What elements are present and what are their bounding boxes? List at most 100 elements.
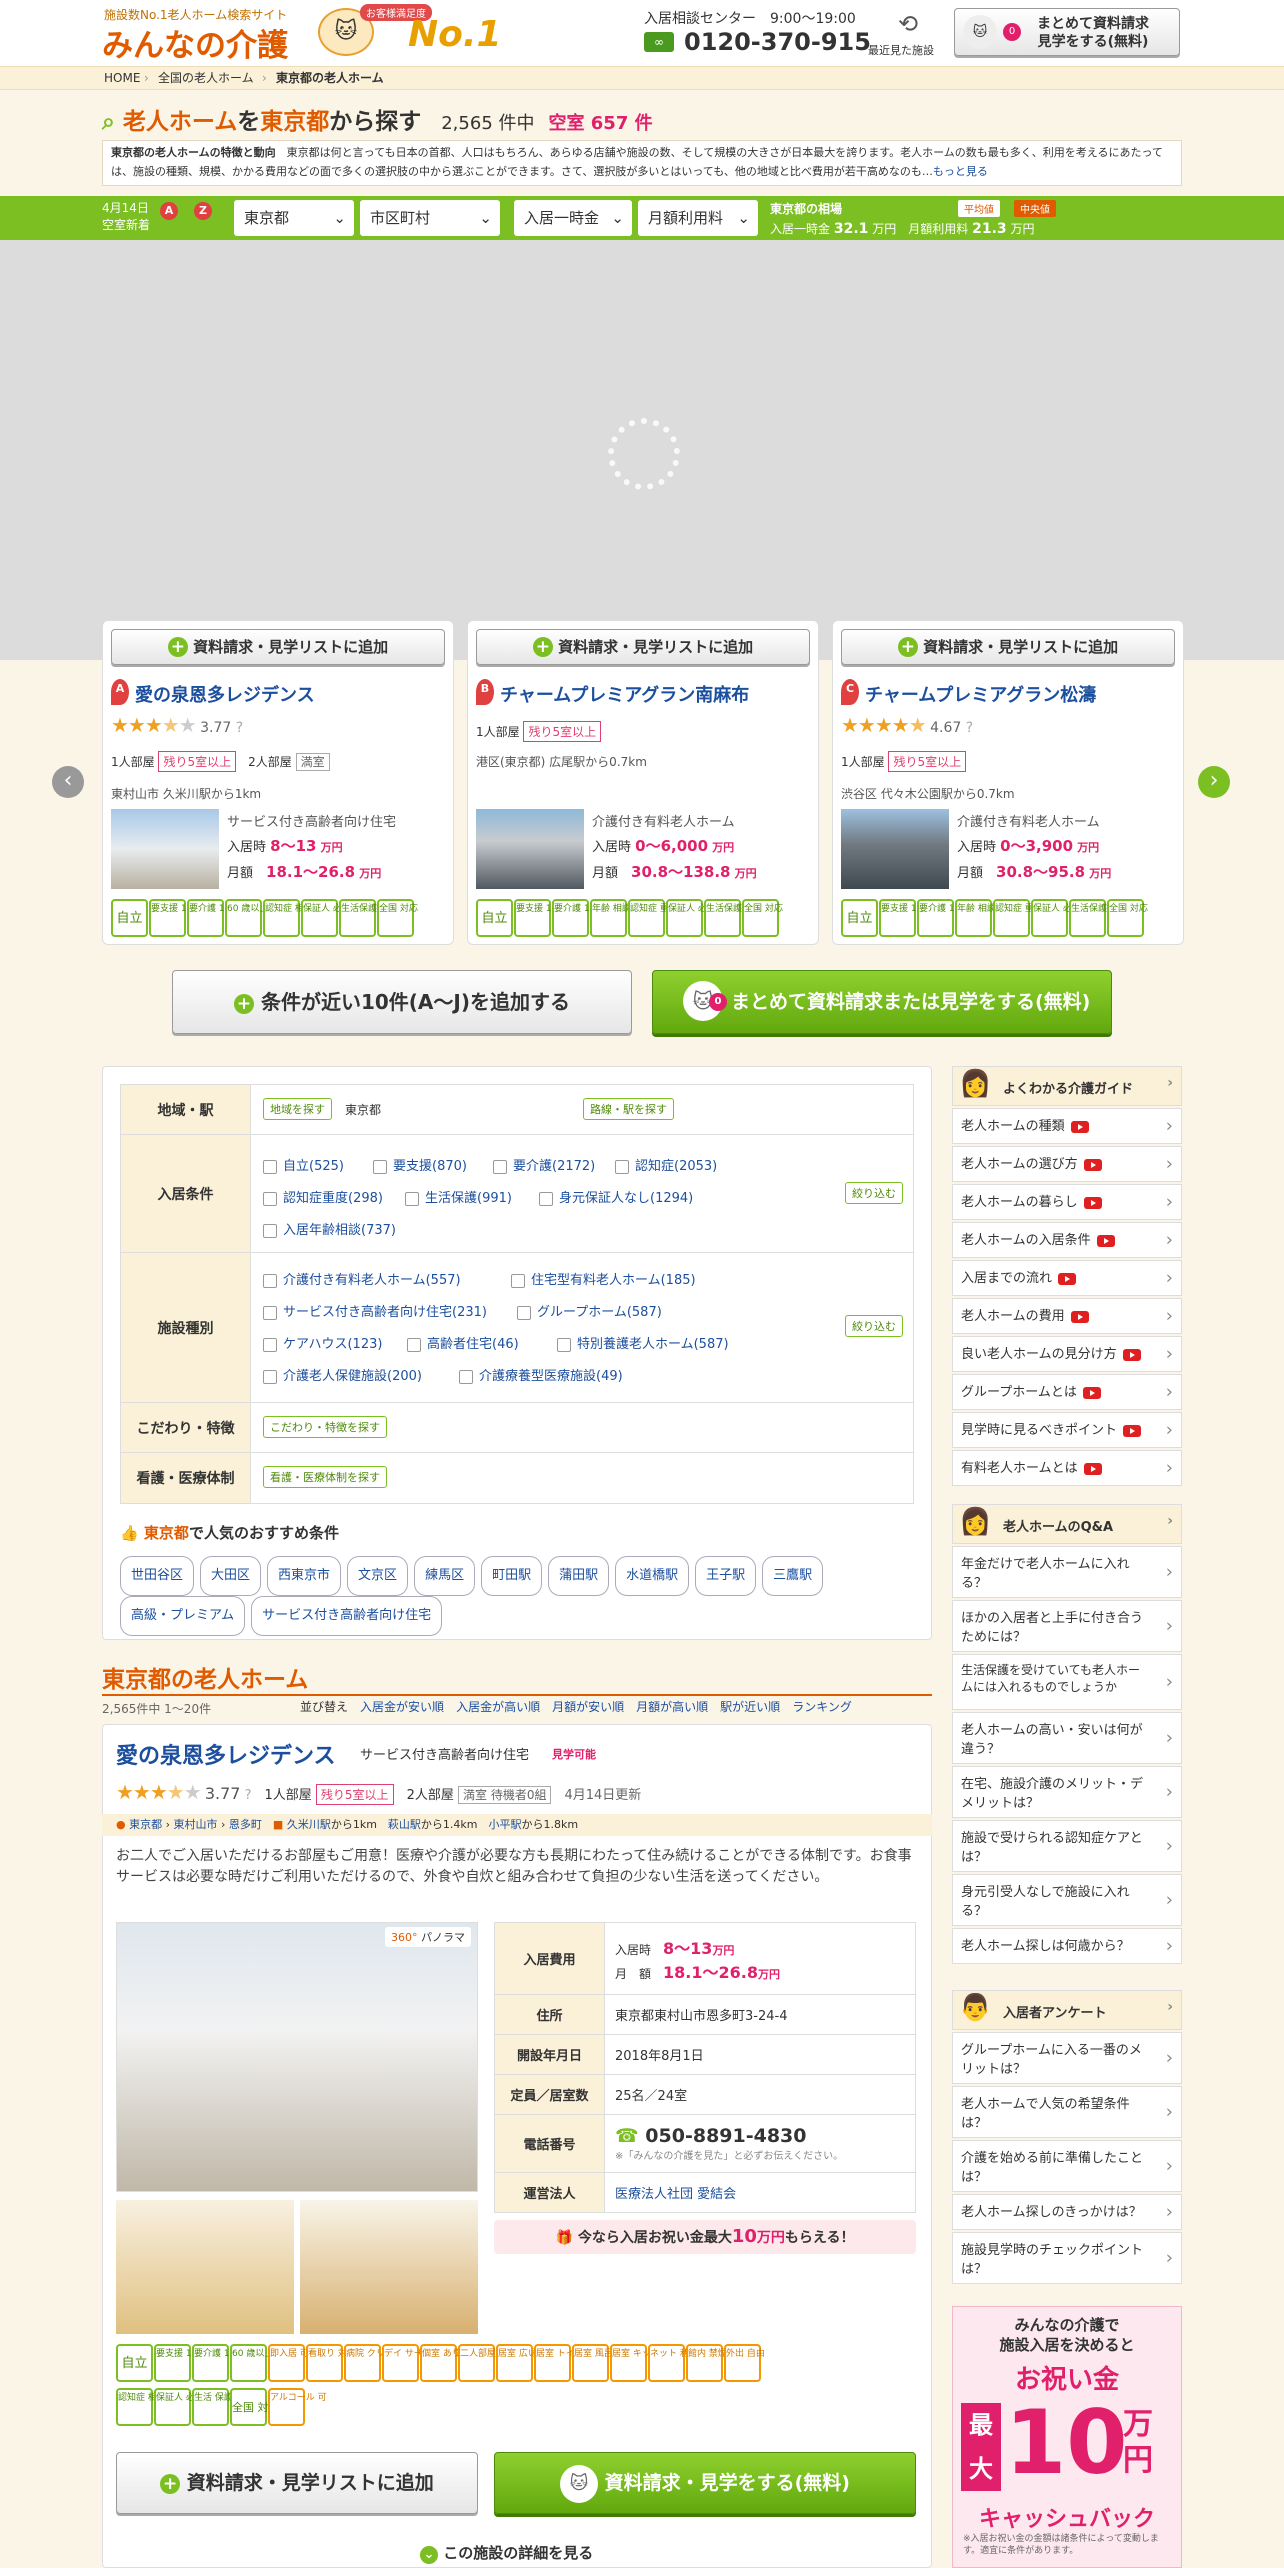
guide-item[interactable]: 老人ホームの選び方: [952, 1146, 1182, 1182]
guide-item[interactable]: 老人ホームの費用: [952, 1298, 1182, 1334]
median-tab[interactable]: 中央値: [1014, 200, 1056, 217]
city-select[interactable]: 市区町村 ⌄: [360, 200, 500, 236]
history-icon[interactable]: ⟲: [898, 10, 918, 38]
qa-item[interactable]: 年金だけで老人ホームに入れる？: [952, 1546, 1182, 1598]
guide-item[interactable]: 有料老人ホームとは: [952, 1450, 1182, 1486]
cond-no-guarantor[interactable]: 身元保証人なし(1294): [539, 1183, 693, 1215]
cond-yokaigo[interactable]: 要介護(2172): [493, 1151, 615, 1183]
qa-item[interactable]: 身元引受人なしで施設に入れる？: [952, 1874, 1182, 1926]
carousel-card-b[interactable]: + 資料請求・見学リストに追加 B チャームプレミアグラン南麻布 1人部屋 残り…: [467, 620, 819, 945]
sort-mon-asc[interactable]: 月額が安い順: [552, 1700, 624, 1714]
intro-more-link[interactable]: もっと見る: [933, 165, 988, 178]
kind-sakoju[interactable]: サービス付き高齢者向け住宅(231): [263, 1297, 517, 1329]
facility-name-link[interactable]: 愛の泉恩多レジデンス: [116, 1738, 336, 1770]
qa-item[interactable]: 生活保護を受けていても老人ホームには入れるものでしょうか: [952, 1654, 1182, 1710]
qa-header[interactable]: 👩 老人ホームのQ&A ›: [952, 1504, 1182, 1544]
survey-item[interactable]: 施設見学時のチェックポイントは？: [952, 2232, 1182, 2284]
popular-pill[interactable]: 練馬区: [414, 1556, 476, 1596]
kind-roken[interactable]: 介護老人保健施設(200): [263, 1361, 459, 1393]
carousel-card-c[interactable]: + 資料請求・見学リストに追加 C チャームプレミアグラン松濤 ★★★★★ 4.…: [832, 620, 1184, 945]
survey-item[interactable]: 老人ホーム探しのきっかけは？: [952, 2194, 1182, 2230]
card-b-name-link[interactable]: チャームプレミアグラン南麻布: [500, 681, 749, 707]
card-a-name-link[interactable]: 愛の泉恩多レジデンス: [135, 681, 315, 707]
sort-init-asc[interactable]: 入居金が安い順: [360, 1700, 444, 1714]
kind-kaigo-yuryo[interactable]: 介護付き有料老人ホーム(557): [263, 1265, 511, 1297]
breadcrumb-national[interactable]: 全国の老人ホーム: [158, 67, 254, 89]
kind-grouphome[interactable]: グループホーム(587): [517, 1305, 662, 1320]
survey-header[interactable]: 👨 入居者アンケート ›: [952, 1990, 1182, 2030]
popular-pill[interactable]: 文京区: [347, 1556, 409, 1596]
sort-station[interactable]: 駅が近い順: [720, 1700, 780, 1714]
card-b-photo[interactable]: [476, 809, 584, 889]
carousel-next-icon[interactable]: ›: [1198, 766, 1230, 798]
facility-phone[interactable]: ☎ 050-8891-4830: [615, 2125, 915, 2147]
area-search-button[interactable]: 地域を探す: [263, 1098, 332, 1120]
facility-add-button[interactable]: + 資料請求・見学リストに追加: [116, 2452, 478, 2514]
cond-dementia-severe[interactable]: 認知症重度(298): [263, 1183, 405, 1215]
kind-carehouse[interactable]: ケアハウス(123): [263, 1329, 407, 1361]
popular-pill[interactable]: 大田区: [200, 1556, 262, 1596]
qa-item[interactable]: 在宅、施設介護のメリット・デメリットは？: [952, 1766, 1182, 1818]
sort-ranking[interactable]: ランキング: [792, 1700, 852, 1714]
cond-welfare[interactable]: 生活保護(991): [405, 1183, 539, 1215]
qa-item[interactable]: ほかの入居者と上手に付き合うためには？: [952, 1600, 1182, 1652]
cond-dementia[interactable]: 認知症(2053): [615, 1151, 717, 1183]
add-10-button[interactable]: + 条件が近い10件(A〜J)を追加する: [172, 970, 632, 1034]
facility-thumb-1[interactable]: [116, 2200, 294, 2334]
station-search-button[interactable]: 路線・駅を探す: [583, 1098, 674, 1120]
header-phone[interactable]: 0120-370-915: [684, 28, 871, 56]
cond-yoshien[interactable]: 要支援(870): [373, 1151, 493, 1183]
facility-main-photo[interactable]: 360° パノラマ: [116, 1922, 478, 2192]
guide-item[interactable]: グループホームとは: [952, 1374, 1182, 1410]
carousel-prev-icon[interactable]: ‹: [52, 766, 84, 798]
qa-item[interactable]: 老人ホームの高い・安いは何が違う？: [952, 1712, 1182, 1764]
operator-link[interactable]: 医療法人社団 愛結会: [615, 2187, 736, 2202]
breadcrumb-home[interactable]: HOME: [104, 67, 140, 89]
popular-pill[interactable]: 三鷹駅: [762, 1556, 824, 1596]
card-a-add-button[interactable]: + 資料請求・見学リストに追加: [111, 629, 445, 665]
kind-ryoyo[interactable]: 介護療養型医療施設(49): [459, 1369, 623, 1384]
guide-item[interactable]: 老人ホームの種類: [952, 1108, 1182, 1144]
header-bulk-request-button[interactable]: 🐱 0 まとめて資料請求 見学をする(無料): [954, 8, 1180, 56]
guide-item[interactable]: 見学時に見るべきポイント: [952, 1412, 1182, 1448]
card-a-photo[interactable]: [111, 809, 219, 889]
popular-pill[interactable]: 西東京市: [267, 1556, 342, 1596]
facility-thumb-2[interactable]: [300, 2200, 478, 2334]
cond-narrow-button[interactable]: 絞り込む: [845, 1182, 903, 1204]
popular-pill[interactable]: 高級・プレミアム: [120, 1596, 246, 1636]
site-logo[interactable]: みんなの介護: [102, 20, 288, 65]
recent-link[interactable]: 最近見た施設: [868, 42, 934, 58]
kind-jutaku-yuryo[interactable]: 住宅型有料老人ホーム(185): [511, 1273, 696, 1288]
gift-banner[interactable]: 🎁 今なら入居お祝い金最大10万円もらえる！: [494, 2220, 916, 2254]
popular-pill[interactable]: 王子駅: [695, 1556, 757, 1596]
guide-item[interactable]: 老人ホームの入居条件: [952, 1222, 1182, 1258]
survey-item[interactable]: グループホームに入る一番のメリットは？: [952, 2032, 1182, 2084]
facility-request-button[interactable]: 🐱 資料請求・見学をする(無料): [494, 2452, 916, 2514]
guide-item[interactable]: 入居までの流れ: [952, 1260, 1182, 1296]
kind-narrow-button[interactable]: 絞り込む: [845, 1315, 903, 1337]
bulk-request-button[interactable]: 🐱 0 まとめて資料請求または見学をする(無料): [652, 970, 1112, 1034]
guide-item[interactable]: 老人ホームの暮らし: [952, 1184, 1182, 1220]
initial-fee-select[interactable]: 入居一時金 ⌄: [514, 200, 632, 236]
cond-age[interactable]: 入居年齢相談(737): [263, 1223, 396, 1238]
popular-pill[interactable]: 蒲田駅: [548, 1556, 610, 1596]
kind-tokuyo[interactable]: 特別養護老人ホーム(587): [557, 1337, 729, 1352]
cashback-banner[interactable]: みんなの介護で 施設入居を決めると お祝い金 最大 10 万円 キャッシュバック …: [952, 2306, 1182, 2568]
qa-item[interactable]: 老人ホーム探しは何歳から？: [952, 1928, 1182, 1964]
sort-init-desc[interactable]: 入居金が高い順: [456, 1700, 540, 1714]
guide-item[interactable]: 良い老人ホームの見分け方: [952, 1336, 1182, 1372]
guide-header[interactable]: 👩 よくわかる介護ガイド ›: [952, 1066, 1182, 1106]
popular-pill[interactable]: 世田谷区: [120, 1556, 195, 1596]
carousel-card-a[interactable]: + 資料請求・見学リストに追加 A 愛の泉恩多レジデンス ★★★★★ 3.77 …: [102, 620, 454, 945]
care-search-button[interactable]: 看護・医療体制を探す: [263, 1466, 387, 1488]
popular-pill[interactable]: サービス付き高齢者向け住宅: [251, 1596, 443, 1636]
card-c-name-link[interactable]: チャームプレミアグラン松濤: [865, 681, 1096, 707]
map-area[interactable]: [0, 240, 1284, 660]
kind-koreisha-jutaku[interactable]: 高齢者住宅(46): [407, 1329, 557, 1361]
card-b-add-button[interactable]: + 資料請求・見学リストに追加: [476, 629, 810, 665]
card-c-add-button[interactable]: + 資料請求・見学リストに追加: [841, 629, 1175, 665]
card-c-photo[interactable]: [841, 809, 949, 889]
popular-pill[interactable]: 町田駅: [481, 1556, 543, 1596]
popular-pill[interactable]: 水道橋駅: [615, 1556, 690, 1596]
avg-tab[interactable]: 平均値: [958, 200, 1000, 217]
